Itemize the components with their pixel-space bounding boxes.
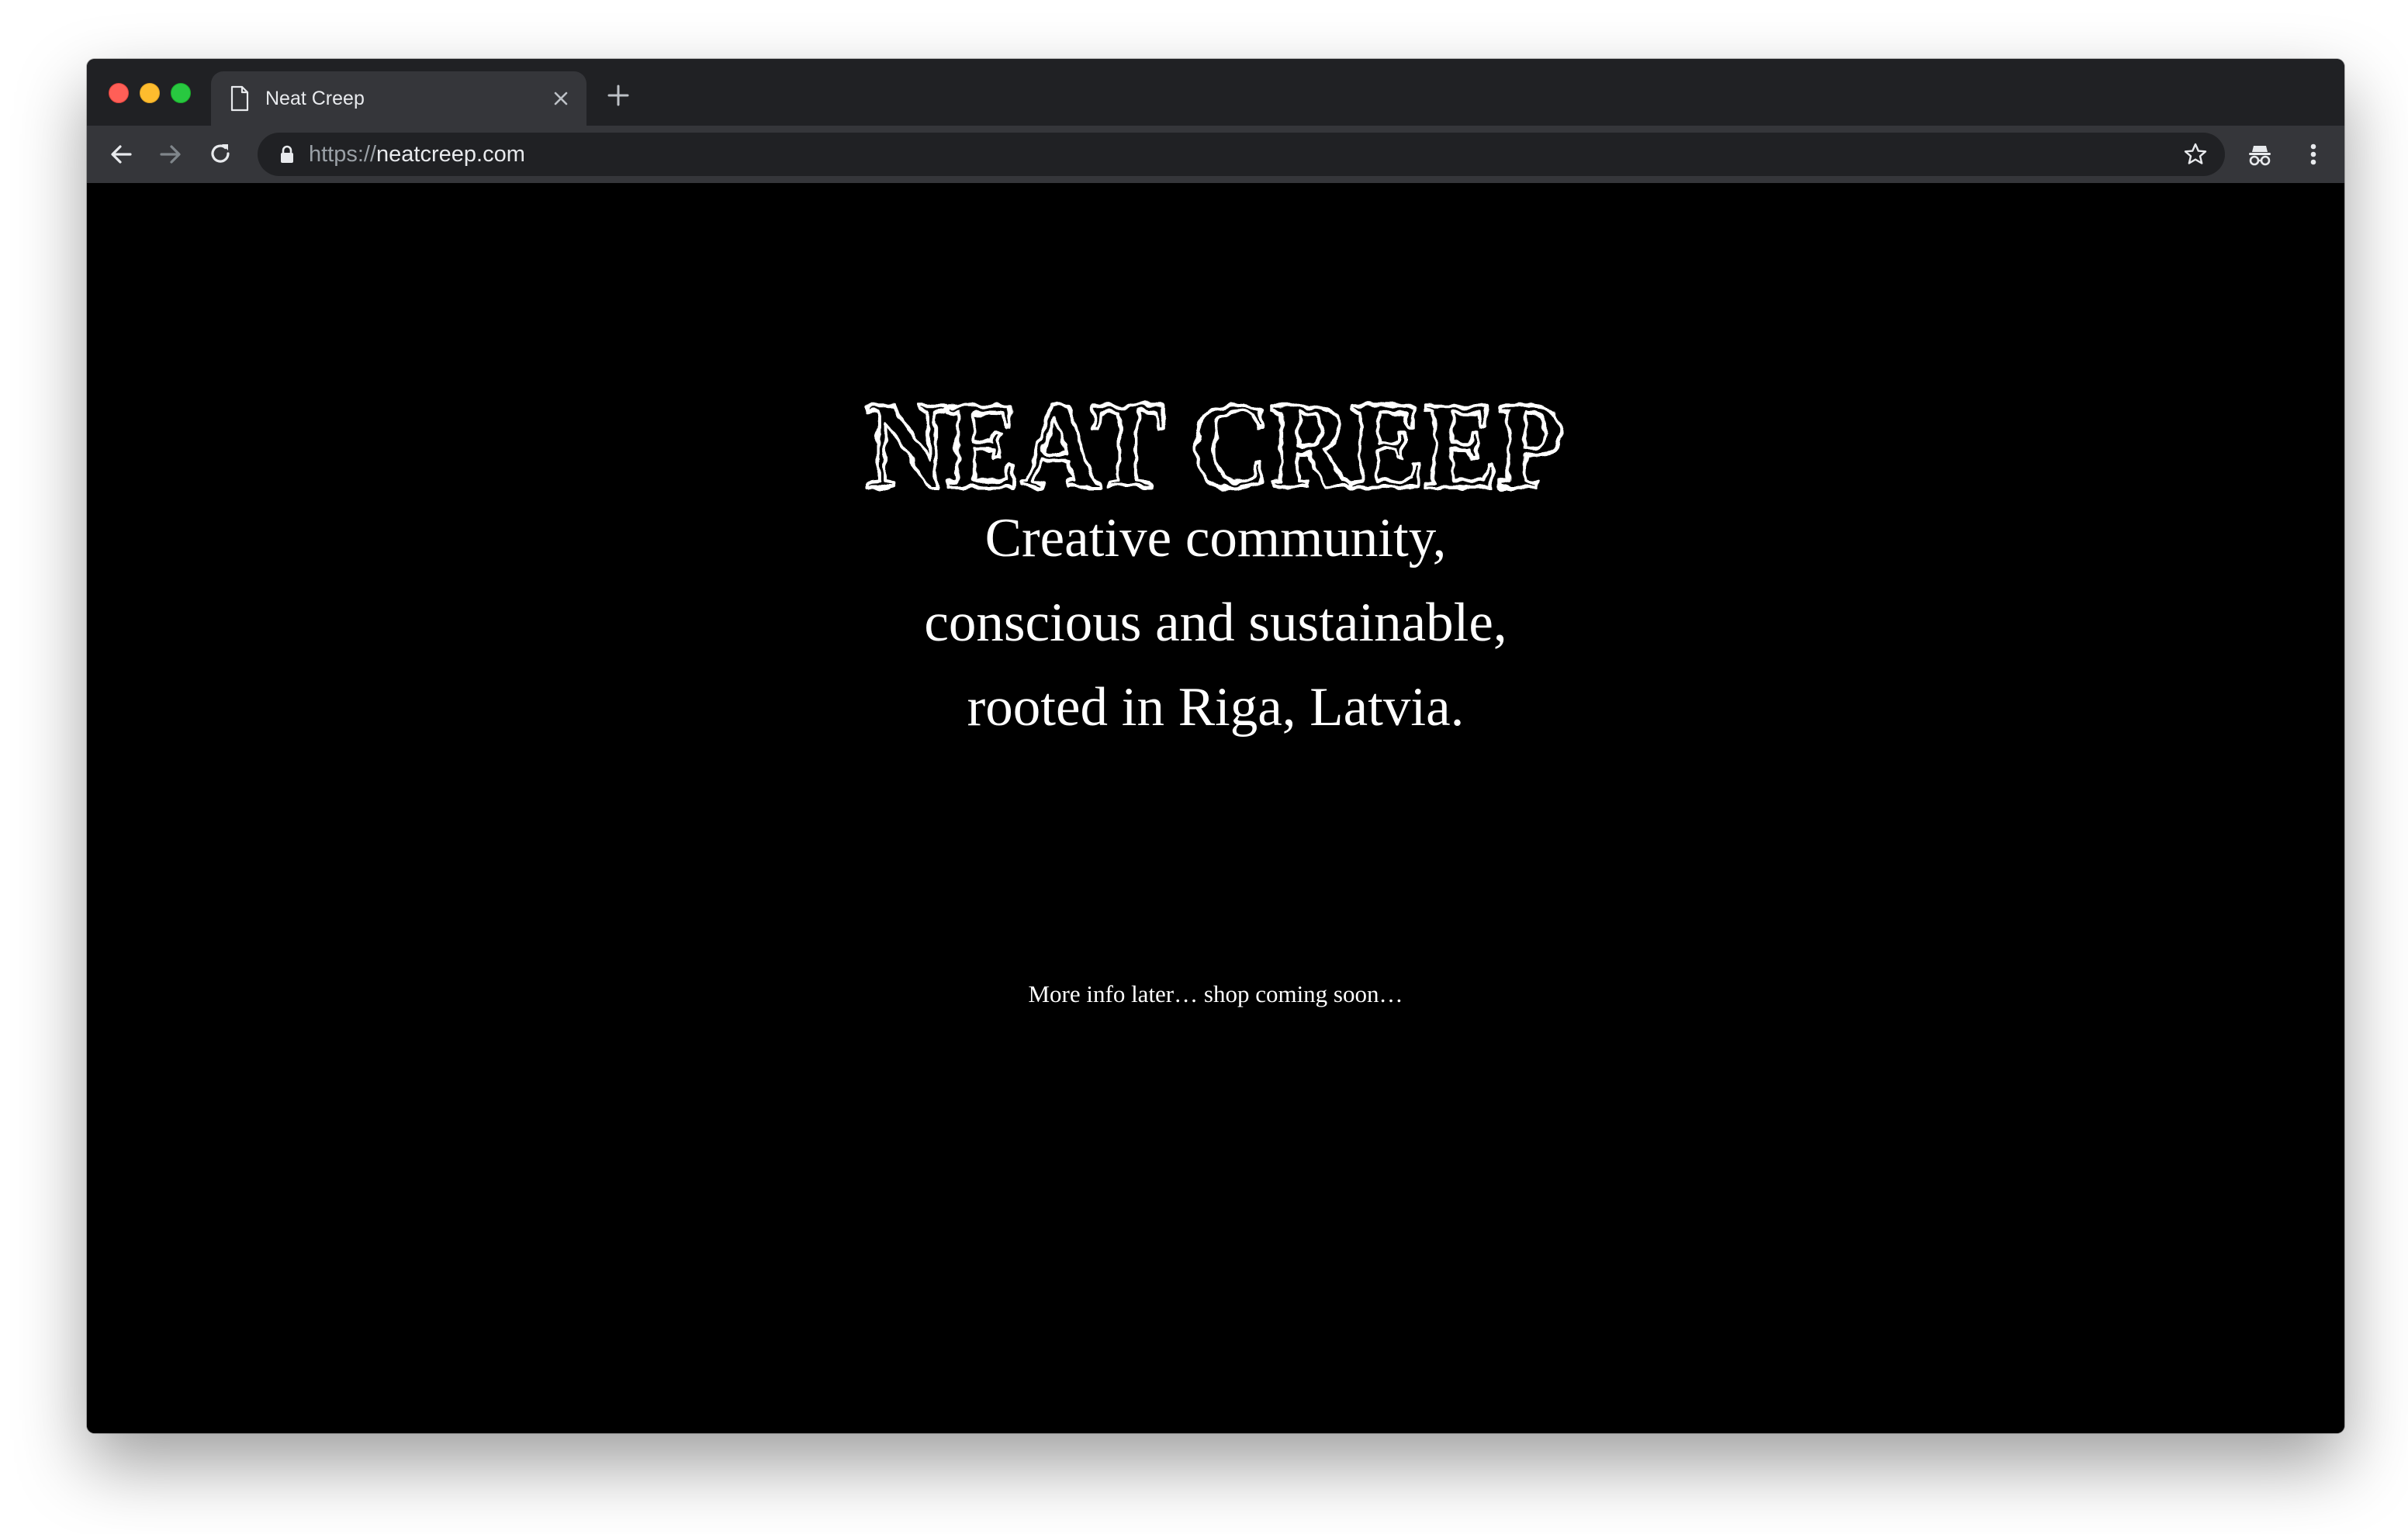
url-host: neatcreep.com: [376, 142, 525, 167]
close-tab-icon[interactable]: [549, 87, 573, 110]
tab-strip: Neat Creep: [87, 59, 2344, 126]
maximize-window-button[interactable]: [171, 83, 191, 103]
minimize-window-button[interactable]: [140, 83, 160, 103]
tagline-line-1: Creative community,: [984, 508, 1447, 568]
reload-icon[interactable]: [206, 140, 234, 168]
document-icon: [230, 85, 249, 112]
tagline-line-2: conscious and sustainable,: [924, 593, 1507, 653]
url-scheme: https://: [309, 142, 377, 167]
coming-soon-note: More info later… shop coming soon…: [1028, 980, 1403, 1007]
url-text: https://neatcreep.com: [309, 142, 525, 167]
close-window-button[interactable]: [109, 83, 129, 103]
back-arrow-icon[interactable]: [107, 140, 135, 168]
new-tab-icon[interactable]: [605, 82, 631, 109]
more-vert-icon[interactable]: [2299, 140, 2327, 168]
forward-arrow-icon[interactable]: [157, 140, 185, 168]
page-content: NEAT CREEP Creative community, conscious…: [87, 183, 2344, 1433]
incognito-icon[interactable]: [2245, 140, 2275, 169]
lock-icon: [281, 145, 293, 163]
tagline: Creative community, conscious and sustai…: [673, 496, 1759, 750]
address-bar[interactable]: https://neatcreep.com: [258, 133, 2225, 176]
star-icon[interactable]: [2183, 142, 2208, 167]
tagline-line-3: rooted in Riga, Latvia.: [967, 677, 1465, 738]
tab-neat-creep[interactable]: Neat Creep: [211, 71, 586, 126]
logo-text: NEAT CREEP: [867, 377, 1565, 509]
browser-window: Neat Creep https://neatcreep.com NEAT CR…: [87, 59, 2344, 1433]
tab-title: Neat Creep: [265, 88, 365, 109]
neat-creep-logo: NEAT CREEP: [855, 377, 1576, 509]
browser-toolbar: https://neatcreep.com: [87, 126, 2344, 183]
